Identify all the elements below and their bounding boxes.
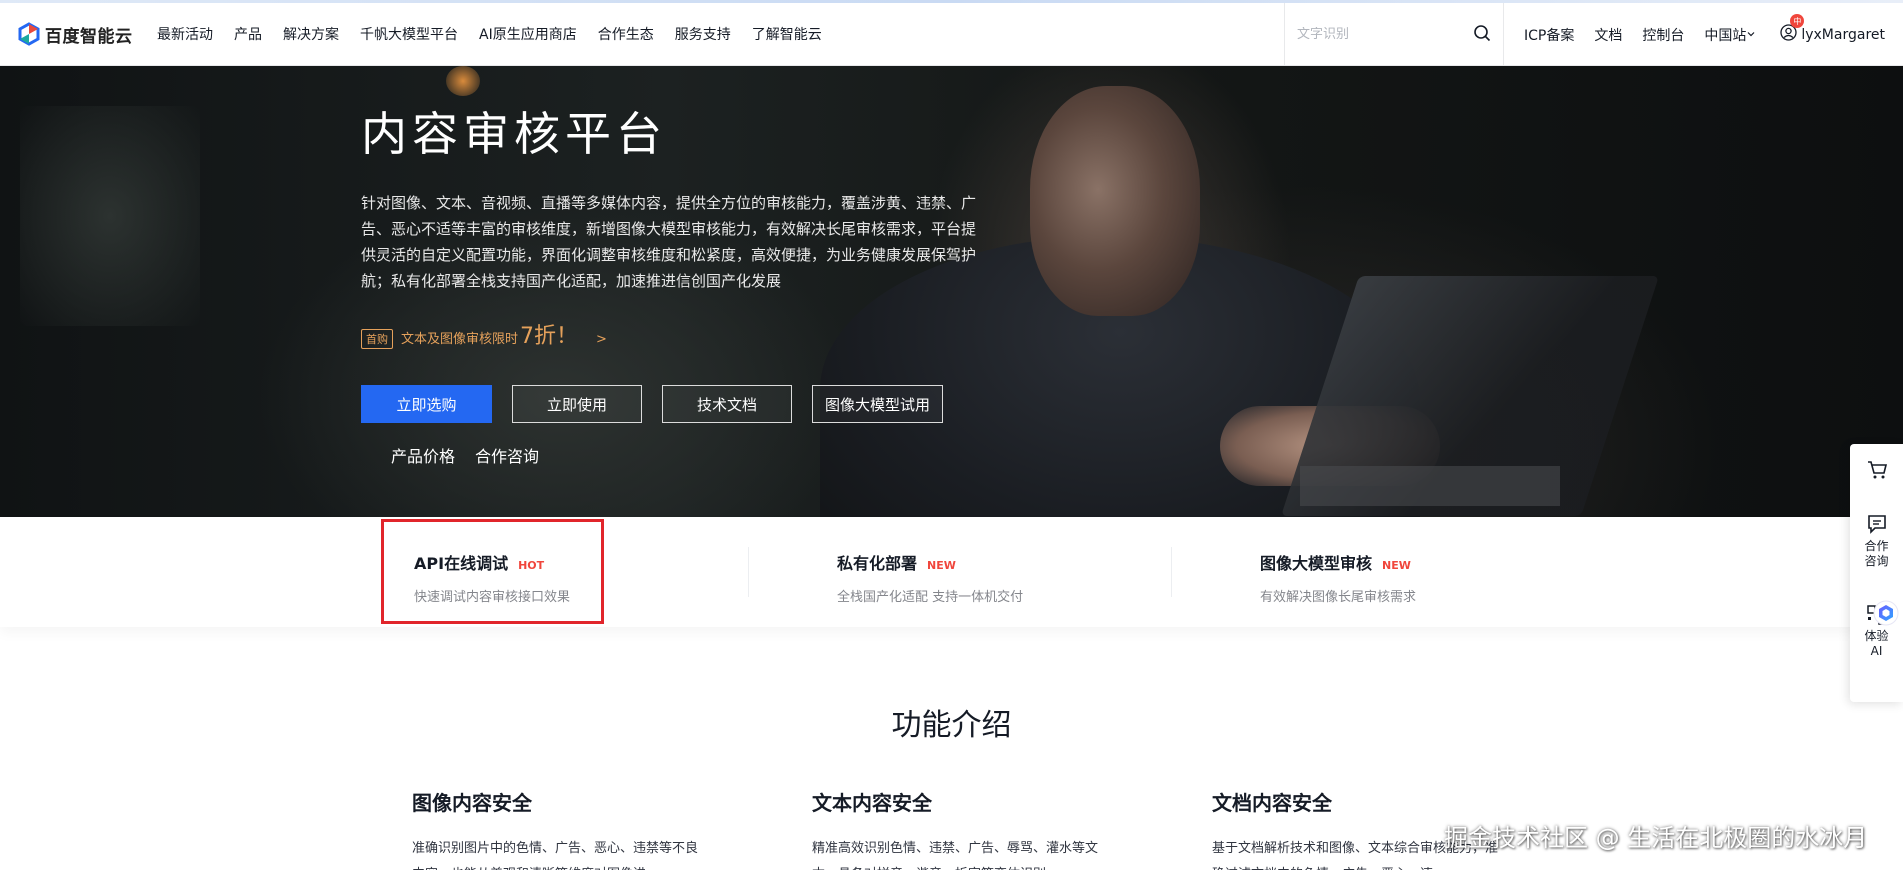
consult-label-1: 合作 [1864, 539, 1889, 553]
promo-text: 文本及图像审核限时 [401, 332, 519, 347]
hero-links: 产品价格 合作咨询 [391, 443, 559, 467]
hero-buttons: 立即选购 立即使用 技术文档 图像大模型试用 [361, 385, 963, 423]
nav-item-ecosystem[interactable]: 合作生态 [598, 24, 654, 44]
page-title: 内容审核平台 [361, 107, 667, 161]
nav-item-qianfan[interactable]: 千帆大模型平台 [360, 24, 458, 44]
card-title: 私有化部署 [837, 554, 918, 573]
card-divider [1171, 547, 1172, 597]
user-name: lyxMargaret [1801, 26, 1885, 43]
card-divider [748, 547, 749, 597]
message-icon [1866, 513, 1888, 539]
consult-float-button[interactable]: 合作 咨询 [1850, 500, 1903, 582]
user-menu[interactable]: 中 lyxMargaret [1780, 14, 1885, 45]
watermark-text: 掘金技术社区 @ 生活在北极圈的水冰月 [1444, 824, 1868, 852]
feature-title: 文档内容安全 [1212, 791, 1332, 815]
section-title: 功能介绍 [891, 708, 1012, 743]
ai-experience-button[interactable]: 体验 AI [1850, 582, 1903, 682]
quick-entry-cards: API在线调试 HOT 快速调试内容审核接口效果 私有化部署 NEW 全栈国产化… [0, 517, 1903, 627]
hero-banner: 内容审核平台 针对图像、文本、音视频、直播等多媒体内容，提供全方位的审核能力，覆… [0, 66, 1903, 517]
promo-tag: 首购 [361, 329, 393, 349]
product-price-link[interactable]: 产品价格 [391, 443, 455, 467]
ai-label-2: AI [1870, 644, 1883, 658]
consult-label-2: 咨询 [1864, 554, 1889, 568]
bokeh-light [446, 66, 480, 96]
new-badge: NEW [1382, 559, 1411, 572]
feature-title: 文本内容安全 [812, 791, 932, 815]
brand-logo[interactable]: 百度智能云 [17, 19, 137, 49]
annotation-highlight-box [381, 519, 604, 624]
bokeh-light [20, 106, 200, 326]
nav-item-solutions[interactable]: 解决方案 [283, 24, 339, 44]
hero-keyboard-image [1300, 466, 1560, 506]
image-model-trial-button[interactable]: 图像大模型试用 [812, 385, 943, 423]
baidu-cloud-logo-icon [17, 22, 41, 46]
docs-link[interactable]: 文档 [1594, 25, 1622, 45]
top-navbar: 百度智能云 最新活动 产品 解决方案 千帆大模型平台 AI原生应用商店 合作生态… [0, 3, 1903, 66]
region-label: 中国站 [1704, 27, 1747, 44]
feature-desc: 精准高效识别色情、违禁、广告、辱骂、灌水等文本，具备对拼音、谐音、拆字等变体识别 [812, 841, 1099, 870]
cart-icon [1866, 459, 1888, 485]
card-private-deploy[interactable]: 私有化部署 NEW 全栈国产化适配 支持一体机交付 [804, 517, 1134, 627]
card-subtitle: 全栈国产化适配 支持一体机交付 [837, 590, 1024, 605]
feature-text-safety: 文本内容安全 精准高效识别色情、违禁、广告、辱骂、灌水等文本，具备对拼音、谐音、… [812, 787, 1112, 870]
floating-toolbar: 合作 咨询 体验 AI [1850, 444, 1903, 702]
consult-link[interactable]: 合作咨询 [475, 443, 539, 467]
nav-right-area: ICP备案 文档 控制台 中国站 中 lyxMargaret [1283, 3, 1903, 66]
console-link[interactable]: 控制台 [1642, 25, 1684, 45]
promo-arrow-icon: > [596, 332, 607, 347]
ai-assistant-icon[interactable] [1873, 600, 1899, 626]
nav-item-ai-app-store[interactable]: AI原生应用商店 [479, 24, 577, 44]
nav-item-about[interactable]: 了解智能云 [752, 24, 822, 44]
feature-image-safety: 图像内容安全 准确识别图片中的色情、广告、恶心、违禁等不良内容，也能从美观和清晰… [412, 787, 712, 870]
search-input[interactable] [1296, 27, 1457, 42]
new-badge: NEW [927, 559, 956, 572]
feature-desc: 准确识别图片中的色情、广告、恶心、违禁等不良内容，也能从美观和清晰等维度对图像进 [412, 841, 699, 870]
nav-item-latest-activities[interactable]: 最新活动 [157, 24, 213, 44]
feature-title: 图像内容安全 [412, 791, 532, 815]
region-selector[interactable]: 中国站 [1704, 25, 1756, 45]
card-title: 图像大模型审核 [1260, 554, 1373, 573]
nav-item-products[interactable]: 产品 [234, 24, 262, 44]
icp-link[interactable]: ICP备案 [1524, 25, 1574, 45]
nav-item-support[interactable]: 服务支持 [675, 24, 731, 44]
chevron-down-icon [1746, 27, 1756, 43]
card-subtitle: 有效解决图像长尾审核需求 [1260, 590, 1417, 605]
promo-banner[interactable]: 首购 文本及图像审核限时 7折！ > [361, 318, 607, 350]
search-box [1283, 3, 1504, 66]
buy-now-button[interactable]: 立即选购 [361, 385, 492, 423]
tech-docs-button[interactable]: 技术文档 [662, 385, 792, 423]
card-image-model-review[interactable]: 图像大模型审核 NEW 有效解决图像长尾审核需求 [1227, 517, 1557, 627]
cart-button[interactable] [1850, 444, 1903, 500]
search-icon[interactable] [1473, 24, 1491, 46]
promo-discount: 7折！ [520, 324, 579, 349]
hero-person-head [1030, 86, 1200, 316]
use-now-button[interactable]: 立即使用 [512, 385, 642, 423]
main-menu: 最新活动 产品 解决方案 千帆大模型平台 AI原生应用商店 合作生态 服务支持 … [157, 24, 843, 44]
brand-name: 百度智能云 [45, 26, 133, 47]
hero-description: 针对图像、文本、音视频、直播等多媒体内容，提供全方位的审核能力，覆盖涉黄、违禁、… [361, 194, 977, 290]
ai-label-1: 体验 [1864, 629, 1889, 643]
